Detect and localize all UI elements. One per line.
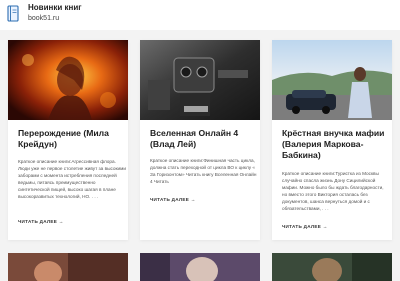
read-more-link[interactable]: ЧИТАТЬ ДАЛЕЕ → xyxy=(150,197,196,202)
book-excerpt: Краткое описание книги:Агрессивная флора… xyxy=(18,159,126,200)
book-title[interactable]: Крёстная внучка мафии (Валерия Маркова-Б… xyxy=(282,128,388,161)
book-cover-image[interactable] xyxy=(8,253,128,281)
site-url: book51.ru xyxy=(28,15,60,22)
book-cover-image[interactable] xyxy=(8,40,128,120)
book-icon[interactable] xyxy=(7,5,21,23)
site-title[interactable]: Новинки книг xyxy=(28,3,82,12)
book-excerpt: Краткое описание книги:Финишная часть ци… xyxy=(150,158,257,185)
read-more-link[interactable]: ЧИТАТЬ ДАЛЕЕ → xyxy=(18,219,64,224)
book-cover-image[interactable] xyxy=(272,40,392,120)
book-cover-image[interactable] xyxy=(140,253,260,281)
book-cover-image[interactable] xyxy=(272,253,392,281)
site-header: Новинки книг book51.ru xyxy=(0,0,400,30)
read-more-link[interactable]: ЧИТАТЬ ДАЛЕЕ → xyxy=(282,224,328,229)
book-title[interactable]: Вселенная Онлайн 4 (Влад Лей) xyxy=(150,128,256,150)
book-excerpt: Краткое описание книги:Туристка из Москв… xyxy=(282,171,384,212)
book-title[interactable]: Перерождение (Мила Крейдун) xyxy=(18,128,124,150)
book-card: Вселенная Онлайн 4 (Влад Лей) Краткое оп… xyxy=(140,40,260,240)
book-cover-image[interactable] xyxy=(140,40,260,120)
book-card: Крёстная внучка мафии (Валерия Маркова-Б… xyxy=(272,40,392,240)
book-card: Перерождение (Мила Крейдун) Краткое опис… xyxy=(8,40,128,240)
